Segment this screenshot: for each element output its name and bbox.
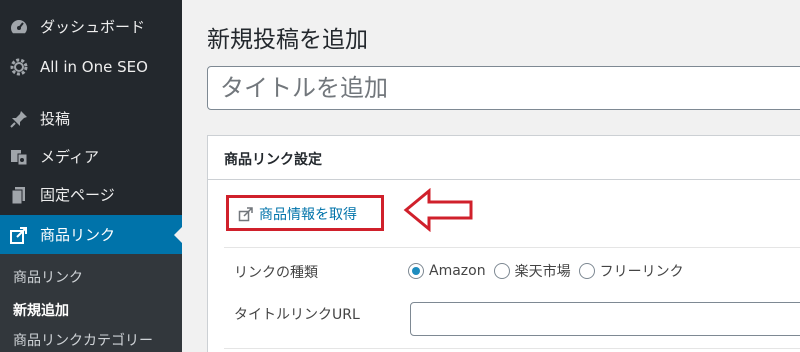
radio-label: Amazon [429, 263, 486, 279]
post-title-input[interactable] [207, 66, 800, 110]
gear-icon [9, 57, 29, 77]
metabox-title: 商品リンク設定 [224, 152, 322, 168]
metabox-header: 商品リンク設定 [208, 136, 800, 180]
sidebar-item-label: 投稿 [40, 110, 71, 128]
left-arrow-icon [403, 188, 473, 232]
divider [224, 247, 800, 248]
media-icon [9, 147, 29, 167]
sidebar-item-label: All in One SEO [40, 57, 148, 76]
submenu-item-add-new[interactable]: 新規追加 [13, 300, 69, 320]
fetch-product-info-label: 商品情報を取得 [259, 207, 357, 223]
sidebar-item-posts[interactable]: 投稿 [0, 100, 182, 137]
sidebar-item-dashboard[interactable]: ダッシュボード [0, 8, 182, 45]
admin-sidebar: ダッシュボード All in One SEO 投稿 メディア 固定ページ 商品リ… [0, 0, 182, 352]
radio-button[interactable] [493, 263, 510, 279]
external-link-icon [238, 207, 253, 222]
active-indicator [174, 226, 182, 243]
page-title: 新規投稿を追加 [207, 27, 368, 53]
pin-icon [9, 109, 29, 129]
sidebar-item-all-in-one-seo[interactable]: All in One SEO [0, 48, 182, 85]
title-link-url-label: タイトルリンクURL [234, 307, 360, 323]
highlight-box: 商品情報を取得 [226, 195, 384, 231]
submenu-item-product-links[interactable]: 商品リンク [13, 267, 83, 287]
fetch-product-info-link[interactable]: 商品情報を取得 [238, 204, 357, 224]
sidebar-item-label: メディア [40, 148, 99, 166]
link-type-label: リンクの種類 [234, 265, 318, 281]
sidebar-item-product-links[interactable]: 商品リンク [0, 215, 182, 254]
radio-button[interactable] [578, 263, 595, 279]
title-link-url-input[interactable] [410, 302, 800, 336]
sidebar-item-pages[interactable]: 固定ページ [0, 176, 182, 213]
external-link-icon [9, 225, 29, 245]
sidebar-item-label: 固定ページ [40, 186, 115, 204]
divider [224, 348, 800, 349]
radio-free-link[interactable]: フリーリンク [578, 261, 684, 281]
sidebar-submenu: 商品リンク 新規追加 商品リンクカテゴリー [0, 254, 182, 352]
radio-label: 楽天市場 [514, 264, 571, 280]
link-type-radio-group: Amazon 楽天市場 フリーリンク [408, 261, 692, 281]
sidebar-item-label: ダッシュボード [40, 18, 146, 36]
dashboard-icon [9, 17, 29, 37]
radio-button-checked[interactable] [408, 263, 424, 279]
radio-amazon[interactable]: Amazon [408, 263, 486, 279]
radio-label: フリーリンク [599, 264, 684, 280]
sidebar-item-label: 商品リンク [40, 226, 116, 244]
page-icon [9, 185, 29, 205]
submenu-item-product-link-category[interactable]: 商品リンクカテゴリー [13, 330, 153, 350]
sidebar-item-media[interactable]: メディア [0, 138, 182, 175]
radio-rakuten[interactable]: 楽天市場 [493, 261, 571, 281]
product-link-settings-metabox: 商品リンク設定 商品情報を取得 リンクの種類 Amazon 楽天市場 フリーリン… [207, 135, 800, 352]
